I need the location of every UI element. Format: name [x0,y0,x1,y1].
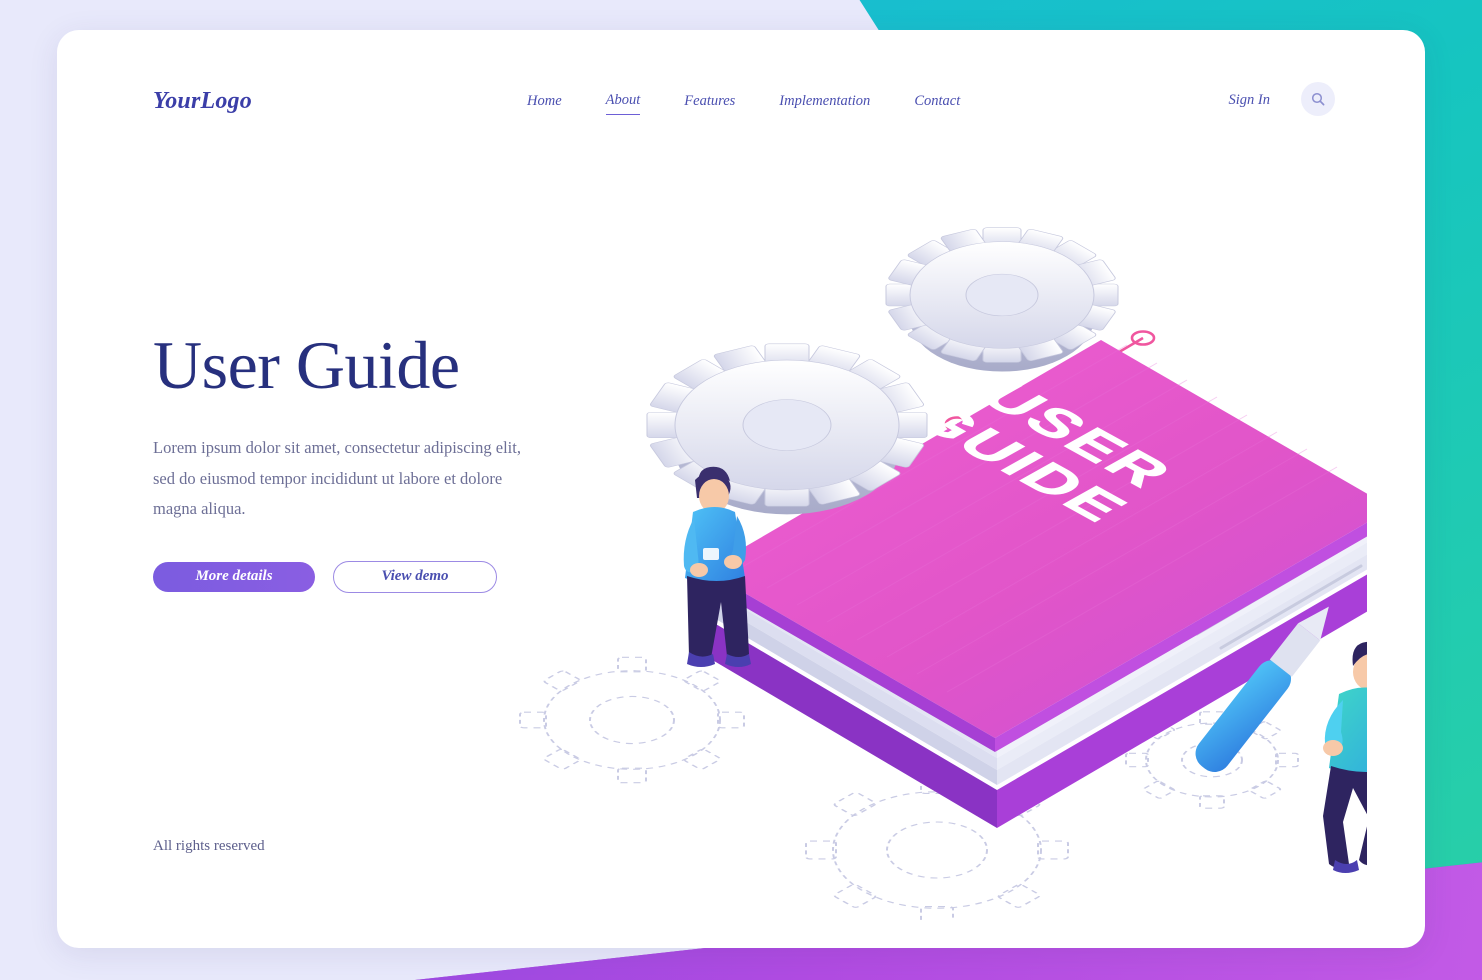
search-button[interactable] [1301,82,1335,116]
logo[interactable]: YourLogo [153,88,252,115]
nav-item-about[interactable]: About [605,92,641,115]
isometric-user-guide-book: USER GUIDE [519,227,1367,920]
nav-item-home[interactable]: Home [527,93,562,115]
nav-links: Home About Features Implementation Conta… [527,92,960,115]
rights-text: All rights reserved [153,838,265,854]
page-root: YourLogo Home About Features Implementat… [0,0,1482,980]
search-icon [1311,92,1325,106]
sign-in-link[interactable]: Sign In [1229,92,1270,109]
nav-item-contact[interactable]: Contact [914,93,960,115]
nav-item-implementation[interactable]: Implementation [779,93,870,115]
landing-card: YourLogo Home About Features Implementat… [57,30,1425,948]
top-navigation: YourLogo Home About Features Implementat… [57,30,1425,118]
more-details-button[interactable]: More details [153,561,315,592]
hero-illustration: USER GUIDE [437,160,1367,920]
nav-item-features[interactable]: Features [684,93,735,115]
